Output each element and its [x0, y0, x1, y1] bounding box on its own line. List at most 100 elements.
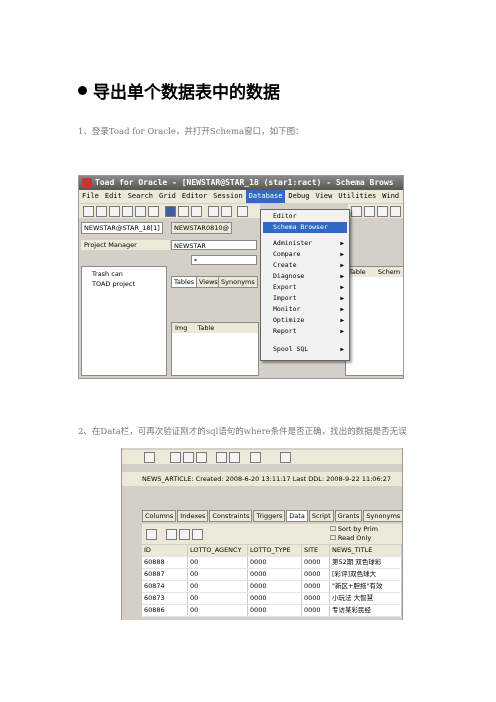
tab-columns[interactable]: Columns [142, 510, 177, 522]
tab-triggers[interactable]: Triggers [253, 510, 286, 522]
menu-editor[interactable]: Editor [179, 190, 210, 203]
step-2-text: 2、在Data栏，可再次验证刚才的sql语句的where条件是否正确，找出的数据… [78, 427, 407, 437]
tab-constraints[interactable]: Constraints [209, 510, 253, 522]
toolbar-icon[interactable] [237, 206, 248, 217]
right-toolbar [348, 204, 403, 218]
col-news-title[interactable]: NEWS_TITLE [330, 545, 402, 556]
toolbar-icon[interactable] [208, 206, 219, 217]
submenu-arrow-icon: ▶ [340, 317, 344, 324]
toolbar-icon[interactable] [221, 206, 232, 217]
menu-item-compare[interactable]: Compare ▶ [263, 249, 347, 260]
menu-debug[interactable]: Debug [285, 190, 312, 203]
toolbar-icon[interactable] [165, 206, 176, 217]
col-lotto-type[interactable]: LOTTO_TYPE [248, 545, 302, 556]
tab-synonyms[interactable]: Synonyms [363, 510, 402, 522]
menu-edit[interactable]: Edit [102, 190, 125, 203]
toolbar-icon[interactable] [170, 452, 181, 463]
submenu-arrow-icon: ▶ [340, 328, 344, 335]
tab-script[interactable]: Script [308, 510, 334, 522]
toolbar-icon[interactable] [109, 206, 120, 217]
menu-item-monitor[interactable]: Monitor ▶ [263, 304, 347, 315]
menu-item-diagnose[interactable]: Diagnose ▶ [263, 271, 347, 282]
session-tab-1[interactable]: NEWSTAR@STAR_18[1] [81, 222, 163, 234]
table-row[interactable]: 60874 00 0000 0000 "新区+胆拖"有效 [142, 581, 402, 593]
tab-indexes[interactable]: Indexes [177, 510, 209, 522]
table-row[interactable]: 60888 00 0000 0000 第52期 双色球彩 [142, 557, 402, 569]
filter-icon[interactable] [146, 529, 157, 540]
tab-tables[interactable]: Tables [171, 276, 198, 288]
data-toolbar: ☐ Sort by Prim ☐ Read Only [142, 524, 402, 544]
toolbar-icon[interactable] [183, 452, 194, 463]
table-row[interactable]: 60873 00 0000 0000 小玩法 大智慧 [142, 593, 402, 605]
tree-item-toad-project[interactable]: TOAD project [92, 280, 135, 288]
toolbar-icon[interactable] [96, 206, 107, 217]
step-1-text: 1、登录Toad for Oracle，并打开Schema窗口，如下图： [78, 127, 304, 137]
read-only-checkbox[interactable]: ☐ Read Only [330, 534, 371, 542]
session-tab-2[interactable]: NEWSTAR0810@ [171, 222, 232, 234]
menu-file[interactable]: File [79, 190, 102, 203]
toolbar-icon[interactable] [178, 206, 189, 217]
tab-grants[interactable]: Grants [334, 510, 363, 522]
submenu-arrow-icon: ▶ [340, 346, 344, 353]
menu-item-optimize[interactable]: Optimize ▶ [263, 315, 347, 326]
toolbar-icon[interactable] [148, 206, 159, 217]
toad-app-icon [82, 178, 92, 188]
submenu-arrow-icon: ▶ [340, 306, 344, 313]
toolbar-icon[interactable] [364, 206, 375, 217]
submenu-arrow-icon: ▶ [340, 262, 344, 269]
toolbar-icon[interactable] [192, 529, 203, 540]
submenu-arrow-icon: ▶ [340, 284, 344, 291]
filter-input[interactable]: * [191, 255, 257, 265]
menu-search[interactable]: Search [125, 190, 156, 203]
menu-item-create[interactable]: Create ▶ [263, 260, 347, 271]
toolbar-icon[interactable] [280, 452, 291, 463]
schema-select[interactable]: NEWSTAR [171, 240, 257, 250]
col-site[interactable]: SITE [302, 545, 330, 556]
menu-view[interactable]: View [312, 190, 335, 203]
toolbar-icon[interactable] [179, 529, 190, 540]
table-row[interactable]: 60886 00 0000 0000 专访某彩民经 [142, 605, 402, 617]
toolbar-icon[interactable] [229, 452, 240, 463]
col-schema-right: Schem [377, 268, 401, 276]
menu-item-editor[interactable]: Editor [263, 211, 347, 222]
bullet-icon [78, 86, 87, 95]
col-lotto-agency[interactable]: LOTTO_AGENCY [188, 545, 248, 556]
toolbar-icon[interactable] [166, 529, 177, 540]
object-tabs: Columns Indexes Constraints Triggers Data Scr… [142, 510, 402, 522]
menu-database[interactable]: Database [245, 190, 286, 203]
menu-grid[interactable]: Grid [156, 190, 179, 203]
toolbar-icon[interactable] [191, 206, 202, 217]
toolbar-icon[interactable] [83, 206, 94, 217]
toolbar-icon[interactable] [144, 452, 155, 463]
tab-synonyms[interactable]: Synonyms [218, 276, 258, 288]
col-id[interactable]: ID [142, 545, 188, 556]
tree-item-trash[interactable]: Trash can [92, 270, 123, 278]
col-table: Table [197, 324, 215, 332]
toolbar-icon[interactable] [122, 206, 133, 217]
toolbar-icon[interactable] [216, 452, 227, 463]
menu-item-administer[interactable]: Administer ▶ [263, 238, 347, 249]
sort-by-primary-checkbox[interactable]: ☐ Sort by Prim [330, 525, 378, 533]
menu-window[interactable]: Wind [379, 190, 402, 203]
menu-item-export[interactable]: Export ▶ [263, 282, 347, 293]
menu-item-import[interactable]: Import ▶ [263, 293, 347, 304]
menu-item-schema-browser[interactable]: Schema Browser [263, 222, 347, 233]
toolbar-icon[interactable] [390, 206, 401, 217]
toolbar-icon[interactable] [351, 206, 362, 217]
toolbar-2 [122, 450, 402, 464]
toolbar-icon[interactable] [135, 206, 146, 217]
table-list: Img Table [171, 322, 259, 376]
toolbar-icon[interactable] [377, 206, 388, 217]
menu-session[interactable]: Session [210, 190, 246, 203]
menu-item-spool-sql[interactable]: Spool SQL ▶ [263, 344, 347, 355]
submenu-arrow-icon: ▶ [340, 240, 344, 247]
menu-utilities[interactable]: Utilities [335, 190, 379, 203]
table-row[interactable]: 60887 00 0000 0000 [彩评]双色球大 [142, 569, 402, 581]
toolbar-icon[interactable] [196, 452, 207, 463]
toolbar-icon[interactable] [250, 452, 261, 463]
tab-data[interactable]: Data [286, 510, 308, 522]
col-img: Img [175, 324, 188, 332]
toad-data-tab-screenshot: NEWS_ARTICLE: Created: 2008-6-20 13:11:1… [121, 448, 403, 620]
menu-item-report[interactable]: Report ▶ [263, 326, 347, 337]
submenu-arrow-icon: ▶ [340, 251, 344, 258]
